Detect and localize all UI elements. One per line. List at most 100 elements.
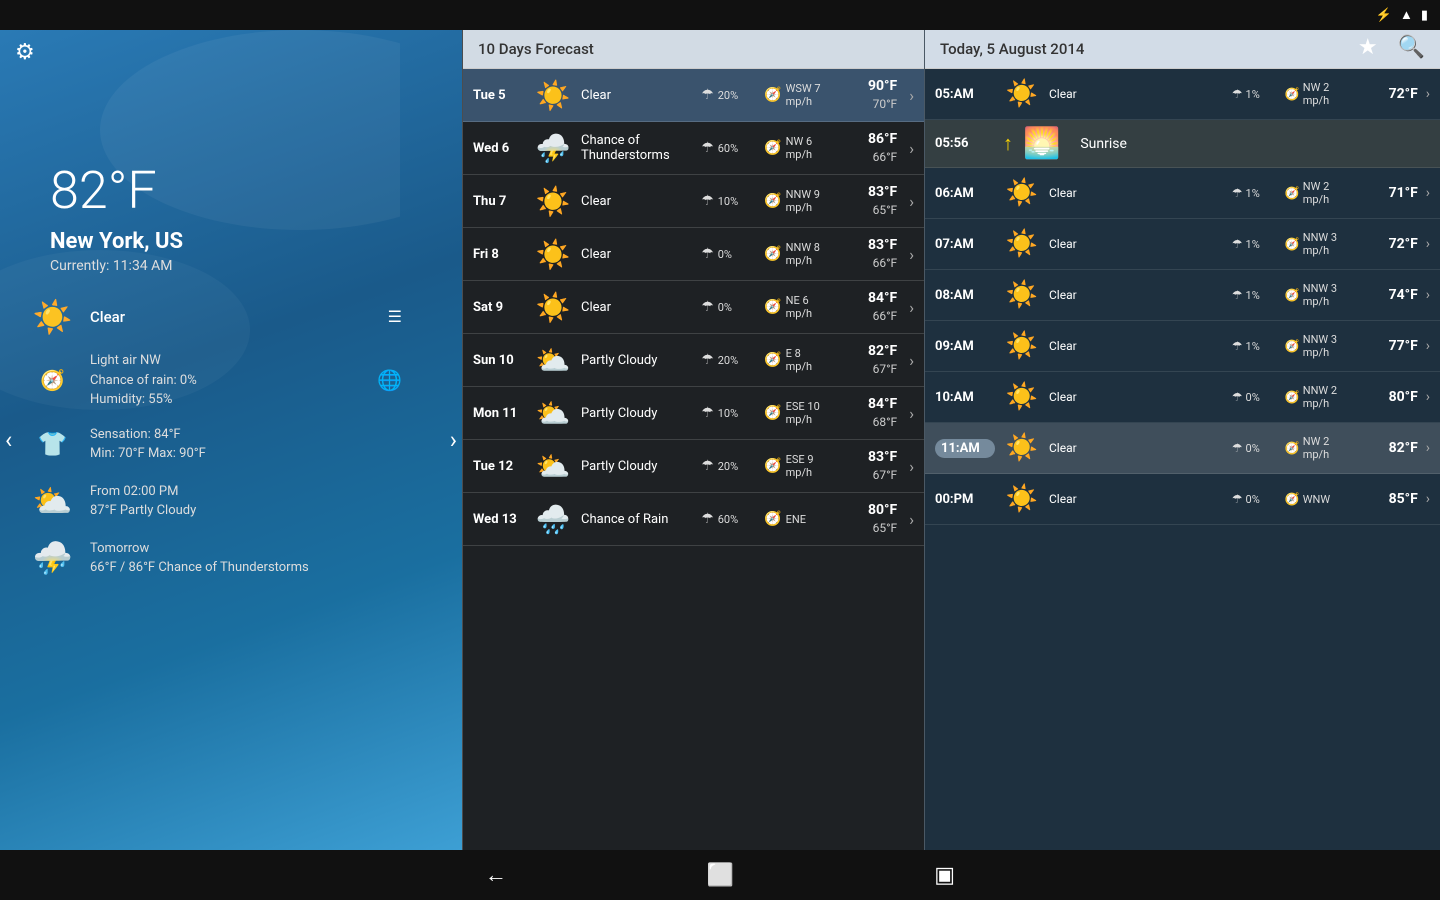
hr-temp: 85°F — [1363, 491, 1418, 507]
fc-temp: 83°F66°F — [837, 236, 897, 272]
fc-condition: Partly Cloudy — [581, 406, 693, 421]
hourly-list: 05:AM ☀️ Clear ☂ 1% 🧭 NW 2 mp/h 72°F › 0… — [925, 69, 1440, 525]
fc-arrow: › — [909, 404, 914, 423]
fc-wind: 🧭 NE 6 mp/h — [764, 294, 829, 320]
star-button[interactable]: ★ — [1358, 35, 1378, 60]
hr-wind: 🧭 NNW 3 mp/h — [1285, 282, 1355, 308]
hourly-row[interactable]: 00:PM ☀️ Clear ☂ 0% 🧭 WNW 85°F › — [925, 474, 1440, 525]
search-button[interactable]: 🔍 — [1398, 35, 1425, 60]
recents-button[interactable]: ▣ — [934, 863, 955, 888]
hr-time: 09:AM — [935, 339, 995, 354]
status-bar: ⚡ ▲ ▮ — [0, 0, 1440, 30]
hourly-row[interactable]: 05:AM ☀️ Clear ☂ 1% 🧭 NW 2 mp/h 72°F › — [925, 69, 1440, 120]
hourly-row[interactable]: 08:AM ☀️ Clear ☂ 1% 🧭 NNW 3 mp/h 74°F › — [925, 270, 1440, 321]
bluetooth-icon: ⚡ — [1376, 8, 1392, 23]
fc-arrow: › — [909, 139, 914, 158]
tomorrow-row: ⛈️ Tomorrow 66°F / 86°F Chance of Thunde… — [30, 536, 442, 581]
sunrise-row[interactable]: 05:56 ↑ 🌅 Sunrise — [925, 120, 1440, 168]
fc-wind: 🧭 ENE — [764, 511, 829, 527]
fc-rain: ☂ 20% — [701, 458, 756, 474]
back-button[interactable]: ← — [485, 862, 507, 888]
hr-time: 00:PM — [935, 492, 995, 507]
forecast-row[interactable]: Fri 8 ☀️ Clear ☂ 0% 🧭 NNW 8 mp/h 83°F66°… — [463, 228, 924, 281]
hr-temp: 77°F — [1363, 338, 1418, 354]
fc-icon: ☀️ — [533, 181, 573, 221]
fc-day: Mon 11 — [473, 406, 525, 421]
forecast-row[interactable]: Mon 11 ⛅ Partly Cloudy ☂ 10% 🧭 ESE 10 mp… — [463, 387, 924, 440]
fc-arrow: › — [909, 86, 914, 105]
right-nav-arrow[interactable]: › — [450, 426, 457, 454]
fc-day: Sat 9 — [473, 300, 525, 315]
forecast-row[interactable]: Sun 10 ⛅ Partly Cloudy ☂ 20% 🧭 E 8 mp/h … — [463, 334, 924, 387]
hr-arrow: › — [1426, 338, 1430, 354]
left-nav-arrow[interactable]: ‹ — [5, 426, 12, 454]
forecast-panel: 10 Days Forecast Tue 5 ☀️ Clear ☂ 20% 🧭 … — [462, 30, 924, 850]
fc-rain: ☂ 10% — [701, 405, 756, 421]
hr-time: 06:AM — [935, 186, 995, 201]
detail-list-icon[interactable]: ☰ — [388, 307, 402, 326]
hr-arrow: › — [1426, 86, 1430, 102]
hr-icon: ☀️ — [1003, 225, 1041, 263]
fc-wind: 🧭 E 8 mp/h — [764, 347, 829, 373]
tomorrow-desc: 66°F / 86°F Chance of Thunderstorms — [90, 558, 309, 578]
wind-text: Light air NW — [90, 351, 197, 371]
current-time: Currently: 11:34 AM — [50, 258, 442, 274]
forecast-row[interactable]: Wed 6 ⛈️ Chance of Thunderstorms ☂ 60% 🧭… — [463, 122, 924, 175]
hr-time: 11:AM — [935, 439, 995, 458]
hr-condition: Clear — [1049, 288, 1224, 302]
hourly-row[interactable]: 07:AM ☀️ Clear ☂ 1% 🧭 NNW 3 mp/h 72°F › — [925, 219, 1440, 270]
hr-icon: ☀️ — [1003, 174, 1041, 212]
hr-wind: 🧭 NNW 3 mp/h — [1285, 231, 1355, 257]
fc-condition: Clear — [581, 300, 693, 315]
fc-rain: ☂ 0% — [701, 299, 756, 315]
hourly-row[interactable]: 06:AM ☀️ Clear ☂ 1% 🧭 NW 2 mp/h 71°F › — [925, 168, 1440, 219]
settings-button[interactable]: ⚙ — [15, 40, 35, 65]
hr-temp: 82°F — [1363, 440, 1418, 456]
hr-condition: Clear — [1049, 186, 1224, 200]
partly-cloudy-icon: ⛅ — [30, 479, 75, 524]
fc-icon: 🌧️ — [533, 499, 573, 539]
forecast-row[interactable]: Tue 12 ⛅ Partly Cloudy ☂ 20% 🧭 ESE 9 mp/… — [463, 440, 924, 493]
hourly-row[interactable]: 11:AM ☀️ Clear ☂ 0% 🧭 NW 2 mp/h 82°F › — [925, 423, 1440, 474]
fc-temp: 86°F66°F — [837, 130, 897, 166]
fc-day: Sun 10 — [473, 353, 525, 368]
fc-rain: ☂ 0% — [701, 246, 756, 262]
fc-temp: 84°F68°F — [837, 395, 897, 431]
tomorrow-label: Tomorrow — [90, 539, 309, 559]
hr-icon: ☀️ — [1003, 429, 1041, 467]
hr-condition: Clear — [1049, 237, 1224, 251]
fc-temp: 83°F67°F — [837, 448, 897, 484]
forecast-row[interactable]: Tue 5 ☀️ Clear ☂ 20% 🧭 WSW 7 mp/h 90°F70… — [463, 69, 924, 122]
fc-condition: Clear — [581, 88, 693, 103]
fc-rain: ☂ 20% — [701, 87, 756, 103]
hr-arrow: › — [1426, 440, 1430, 456]
fc-arrow: › — [909, 457, 914, 476]
globe-icon[interactable]: 🌐 — [377, 368, 402, 392]
hr-condition: Clear — [1049, 339, 1224, 353]
main-temperature: 82°F — [50, 160, 442, 221]
fc-day: Wed 6 — [473, 141, 525, 156]
hr-icon: ☀️ — [1003, 378, 1041, 416]
hr-icon: ☀️ — [1003, 75, 1041, 113]
fc-temp: 84°F66°F — [837, 289, 897, 325]
fc-condition: Chance of Rain — [581, 512, 693, 527]
fc-arrow: › — [909, 510, 914, 529]
hourly-row[interactable]: 10:AM ☀️ Clear ☂ 0% 🧭 NNW 2 mp/h 80°F › — [925, 372, 1440, 423]
weather-details: ☀️ Clear ☰ 🧭 Light air NW Chance of rain… — [30, 294, 442, 581]
hr-time: 08:AM — [935, 288, 995, 303]
fc-icon: ⛅ — [533, 446, 573, 486]
fc-rain: ☂ 20% — [701, 352, 756, 368]
fc-day: Wed 13 — [473, 512, 525, 527]
wind-row: 🧭 Light air NW Chance of rain: 0% Humidi… — [30, 351, 442, 410]
forecast-row[interactable]: Thu 7 ☀️ Clear ☂ 10% 🧭 NNW 9 mp/h 83°F65… — [463, 175, 924, 228]
home-button[interactable]: ⬜ — [707, 863, 734, 888]
hourly-row[interactable]: 09:AM ☀️ Clear ☂ 1% 🧭 NNW 3 mp/h 77°F › — [925, 321, 1440, 372]
fc-day: Fri 8 — [473, 247, 525, 262]
fc-condition: Clear — [581, 247, 693, 262]
sensation-row: 👕 Sensation: 84°F Min: 70°F Max: 90°F — [30, 422, 442, 467]
forecast-row[interactable]: Wed 13 🌧️ Chance of Rain ☂ 60% 🧭 ENE 80°… — [463, 493, 924, 546]
min-max-text: Min: 70°F Max: 90°F — [90, 444, 206, 464]
condition-icon: ☀️ — [30, 294, 75, 339]
fc-icon: ⛅ — [533, 393, 573, 433]
forecast-row[interactable]: Sat 9 ☀️ Clear ☂ 0% 🧭 NE 6 mp/h 84°F66°F… — [463, 281, 924, 334]
